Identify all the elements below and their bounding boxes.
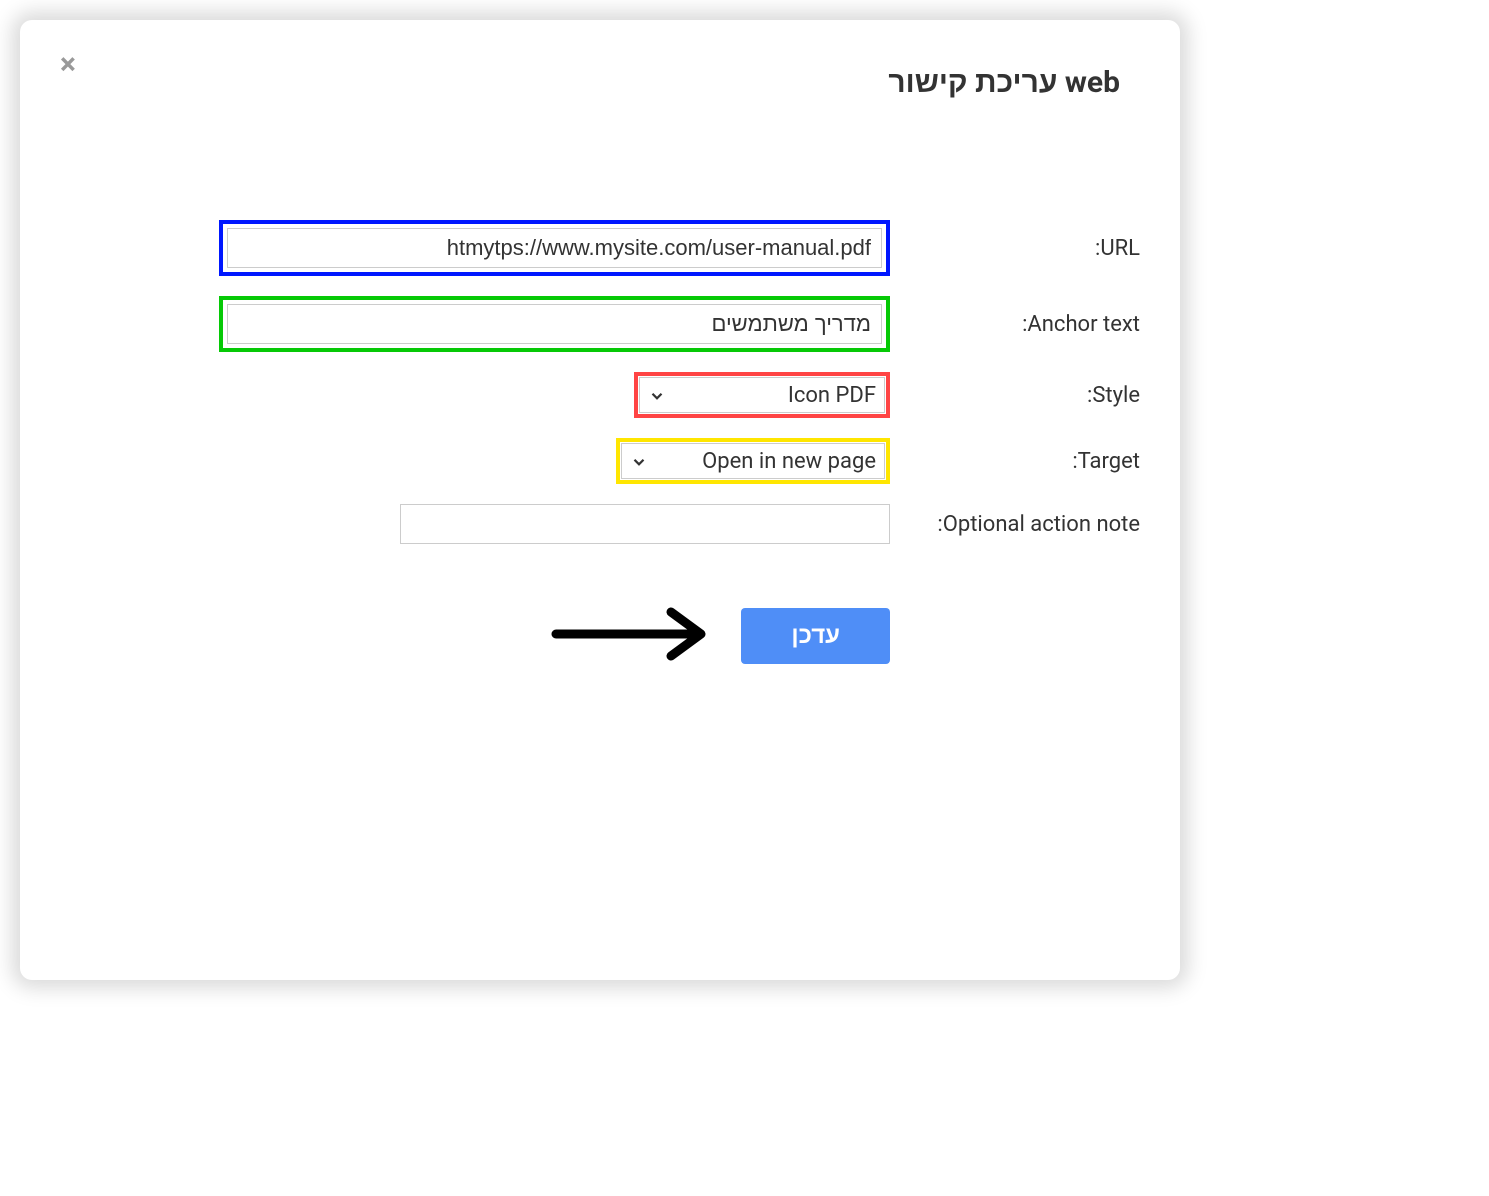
edit-web-link-modal: × עריכת קישור web URL: Anchor text: Styl… <box>20 20 1180 980</box>
update-button[interactable]: עדכן <box>741 608 890 664</box>
chevron-down-icon <box>648 386 666 404</box>
highlight-style: Icon PDF <box>634 372 890 418</box>
form-row-url: URL: <box>60 220 1140 276</box>
note-wrap <box>400 504 890 544</box>
style-select-value: Icon PDF <box>788 383 876 408</box>
target-label: Target: <box>920 449 1140 474</box>
highlight-anchor <box>219 296 890 352</box>
note-input[interactable] <box>400 504 890 544</box>
arrow-right-icon <box>551 604 721 668</box>
modal-title: עריכת קישור web <box>60 65 1120 100</box>
close-icon[interactable]: × <box>60 50 76 80</box>
target-select-value: Open in new page <box>702 449 876 474</box>
url-label: URL: <box>920 236 1140 261</box>
chevron-down-icon <box>630 452 648 470</box>
target-select[interactable]: Open in new page <box>621 443 885 479</box>
highlight-target: Open in new page <box>616 438 890 484</box>
note-label: Optional action note: <box>920 512 1140 537</box>
highlight-url <box>219 220 890 276</box>
anchor-text-input[interactable] <box>227 304 882 344</box>
button-row: עדכן <box>60 604 1140 668</box>
form-row-anchor: Anchor text: <box>60 296 1140 352</box>
url-input[interactable] <box>227 228 882 268</box>
anchor-label: Anchor text: <box>920 312 1140 337</box>
form-row-target: Target: Open in new page <box>60 438 1140 484</box>
style-select[interactable]: Icon PDF <box>639 377 885 413</box>
style-label: Style: <box>920 383 1140 408</box>
form-row-note: Optional action note: <box>60 504 1140 544</box>
form-row-style: Style: Icon PDF <box>60 372 1140 418</box>
